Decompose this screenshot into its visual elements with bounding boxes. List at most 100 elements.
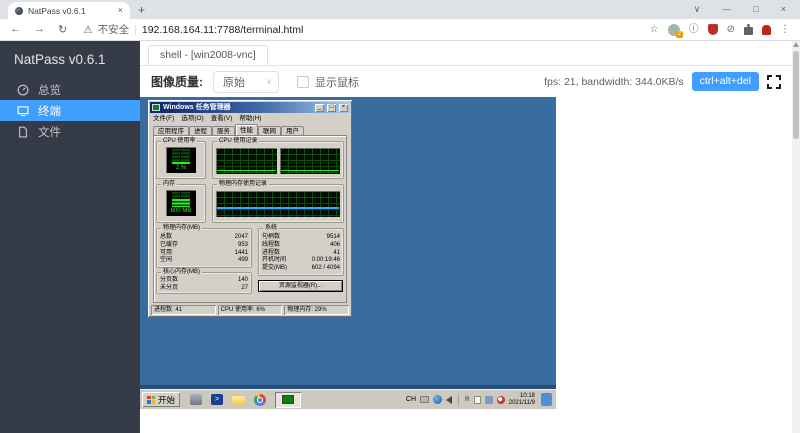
tab-users[interactable]: 用户 [281, 126, 304, 135]
show-cursor-option[interactable]: 显示鼠标 [297, 74, 359, 90]
tray-icon-show-desktop[interactable] [541, 393, 552, 406]
tab-applications[interactable]: 应用程序 [153, 126, 189, 135]
menu-file[interactable]: 文件(F) [153, 114, 174, 123]
quality-value: 原始 [223, 76, 245, 89]
ctrl-alt-del-button[interactable]: ctrl+alt+del [691, 72, 759, 91]
taskmgr-titlebar[interactable]: Windows 任务管理器 _ □ × [150, 102, 350, 113]
tray-icon-network-globe[interactable] [433, 395, 443, 404]
taskbar-icon-device[interactable] [190, 394, 203, 405]
browser-tab-title: NatPass v0.6.1 [28, 5, 86, 16]
tray-icon-printer[interactable] [420, 396, 430, 403]
tab-networking[interactable]: 联网 [258, 126, 281, 135]
taskmgr-close-icon[interactable]: × [339, 103, 348, 112]
window-menu-icon[interactable]: ∨ [694, 4, 701, 15]
clock-date: 2021/11/9 [508, 399, 535, 406]
sidebar-item-overview[interactable]: 总览 [0, 79, 140, 100]
bookmark-star-icon[interactable]: ☆ [650, 24, 659, 36]
status-cpu: CPU 使用率: 6% [218, 305, 283, 315]
security-label: 不安全 [97, 24, 130, 36]
profile-avatar[interactable]: 2 [667, 23, 683, 38]
resource-monitor-button[interactable]: 资源监视器(R)... [258, 280, 343, 292]
language-indicator[interactable]: CH [406, 396, 416, 403]
forward-icon[interactable]: → [34, 23, 45, 36]
shell-tab[interactable]: shell - [win2008-vnc] [148, 45, 268, 65]
cpu-usage-meter: 2 % [166, 147, 196, 173]
sidebar-item-files[interactable]: 文件 [0, 121, 140, 142]
taskmgr-minimize-icon[interactable]: _ [315, 103, 324, 112]
scrollbar-up-arrow[interactable] [793, 42, 799, 47]
start-label: 开始 [158, 394, 176, 405]
reload-icon[interactable]: ↻ [58, 23, 67, 36]
memory-label: 内存 [161, 181, 178, 188]
memory-group: 内存 600 MB [156, 181, 206, 223]
extension-info-icon[interactable]: ⓘ [689, 24, 699, 36]
taskbar-icon-chrome[interactable] [254, 393, 267, 406]
clock-time: 10:18 [519, 392, 535, 399]
tray-icon-speaker[interactable] [446, 395, 453, 404]
memory-history-group: 物理内存使用记录 [212, 181, 344, 223]
quality-label: 图像质量: [151, 75, 203, 89]
main-area: shell - [win2008-vnc] 图像质量: 原始 ∨ 显示鼠标 fp… [140, 41, 792, 433]
start-button[interactable]: 开始 [142, 392, 181, 407]
stat-row: 未分页 27 [160, 284, 248, 291]
back-icon[interactable]: ← [10, 23, 21, 36]
tray-icon-flag[interactable] [473, 395, 481, 404]
memory-meter: 600 MB [166, 190, 196, 216]
quality-select[interactable]: 原始 ∨ [213, 70, 279, 93]
remote-taskmgr-window[interactable]: Windows 任务管理器 _ □ × 文件(F) 选项(O) 查看(V) 帮助… [148, 100, 352, 317]
windows-logo-icon [147, 395, 155, 404]
status-processes: 进程数: 41 [151, 305, 216, 315]
menu-help[interactable]: 帮助(H) [239, 114, 261, 123]
extension-person-icon[interactable] [762, 24, 771, 35]
vnc-status-actions: fps: 21, bandwidth: 344.0KB/s ctrl+alt+d… [544, 72, 781, 91]
new-tab-button[interactable]: + [138, 4, 145, 16]
cpu-history-group: CPU 使用记录 [212, 138, 344, 179]
taskbar-icon-powershell[interactable]: > [211, 394, 224, 405]
taskbar-clock[interactable]: 10:18 2021/11/9 [509, 393, 535, 407]
taskbar-task-taskmgr[interactable] [275, 391, 302, 408]
sidebar-item-terminal[interactable]: 终端 [0, 100, 140, 121]
tray-divider [458, 393, 460, 406]
page: NatPass v0.6.1 总览 终端 文件 shell - [win2008… [0, 41, 800, 433]
menu-options[interactable]: 选项(O) [181, 114, 203, 123]
status-memory: 物理内存: 29% [284, 305, 349, 315]
extension-shield-icon[interactable] [707, 24, 718, 35]
system-group: 系统 句柄数 9514 线程数 406 进程数 41 开机时间 0:00:19:46 提… [258, 225, 344, 276]
stat-row: 分页数 140 [160, 277, 248, 283]
system-title: 系统 [263, 225, 280, 232]
address-field[interactable]: ⚠ 不安全 | 192.168.164.11:7788/terminal.htm… [83, 22, 303, 37]
stat-row: 空闲 499 [160, 257, 248, 264]
fps-bandwidth-text: fps: 21, bandwidth: 344.0KB/s [544, 75, 684, 88]
sidebar: NatPass v0.6.1 总览 终端 文件 [0, 41, 140, 433]
tab-close-icon[interactable]: × [118, 6, 123, 15]
extension-block-icon[interactable]: ⊘ [727, 24, 735, 36]
tray-icon-red[interactable] [496, 395, 505, 404]
taskmgr-maximize-icon[interactable]: □ [327, 103, 336, 112]
menu-view[interactable]: 查看(V) [211, 114, 233, 123]
security-warning-icon: ⚠ [83, 23, 93, 36]
memory-value: 600 MB [170, 208, 192, 214]
browser-menu-icon[interactable]: ⋮ [780, 24, 790, 36]
tray-icon-r[interactable]: R [465, 396, 470, 403]
show-cursor-checkbox[interactable] [297, 75, 309, 88]
stat-row: 线程数 406 [262, 241, 340, 248]
window-maximize-icon[interactable]: □ [753, 4, 758, 15]
tab-processes[interactable]: 进程 [189, 126, 212, 135]
tray-icon-connection[interactable] [484, 395, 493, 404]
browser-tab[interactable]: NatPass v0.6.1 × [8, 2, 130, 19]
page-scrollbar[interactable] [792, 41, 800, 433]
remote-taskbar[interactable]: 开始 > CH R 10:18 2021/11/9 [140, 389, 556, 409]
scrollbar-thumb[interactable] [793, 51, 799, 139]
browser-addressbar: ← → ↻ ⚠ 不安全 | 192.168.164.11:7788/termin… [0, 19, 800, 41]
vnc-canvas[interactable]: Windows 任务管理器 _ □ × 文件(F) 选项(O) 查看(V) 帮助… [140, 97, 556, 409]
tab-services[interactable]: 服务 [212, 126, 235, 135]
window-minimize-icon[interactable]: — [722, 4, 731, 15]
fullscreen-icon[interactable] [767, 74, 781, 89]
cpu-usage-label: CPU 使用率 [161, 138, 198, 145]
tab-performance[interactable]: 性能 [235, 124, 258, 135]
sidebar-item-label: 文件 [38, 126, 61, 139]
extensions-puzzle-icon[interactable] [744, 23, 753, 35]
window-close-icon[interactable]: × [781, 4, 786, 15]
performance-panel: CPU 使用率 2 % CPU 使用记录 内存 600 MB 物理内存使用记录 … [153, 135, 347, 303]
taskbar-icon-folder[interactable] [232, 393, 246, 406]
